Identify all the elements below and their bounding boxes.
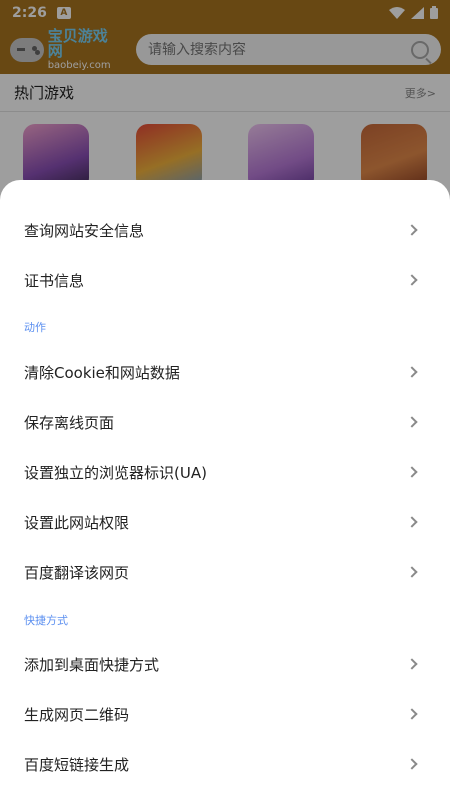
menu-item-save-offline[interactable]: 保存离线页面 [0, 397, 450, 447]
menu-item-label: 保存离线页面 [24, 413, 115, 432]
menu-item-qr-code[interactable]: 生成网页二维码 [0, 689, 450, 739]
chevron-right-icon [406, 566, 418, 578]
chevron-right-icon [406, 466, 418, 478]
menu-item-label: 生成网页二维码 [24, 705, 130, 724]
menu-item-label: 百度短链接生成 [24, 755, 130, 774]
menu-item-site-permissions[interactable]: 设置此网站权限 [0, 497, 450, 547]
chevron-right-icon [406, 516, 418, 528]
menu-item-label: 设置此网站权限 [24, 513, 130, 532]
site-options-sheet: 查询网站安全信息 证书信息 动作 清除Cookie和网站数据 保存离线页面 设置… [0, 180, 450, 800]
section-label-shortcuts: 快捷方式 [24, 614, 68, 627]
menu-item-label: 添加到桌面快捷方式 [24, 655, 160, 674]
menu-item-site-security[interactable]: 查询网站安全信息 [0, 205, 450, 255]
section-label-actions: 动作 [24, 321, 46, 334]
menu-item-clear-cookies[interactable]: 清除Cookie和网站数据 [0, 347, 450, 397]
menu-item-add-desktop-shortcut[interactable]: 添加到桌面快捷方式 [0, 639, 450, 689]
menu-item-label: 设置独立的浏览器标识(UA) [24, 463, 207, 482]
menu-item-translate[interactable]: 百度翻译该网页 [0, 547, 450, 597]
chevron-right-icon [406, 708, 418, 720]
chevron-right-icon [406, 658, 418, 670]
menu-item-short-link[interactable]: 百度短链接生成 [0, 739, 450, 789]
menu-item-label: 证书信息 [24, 271, 85, 290]
chevron-right-icon [406, 416, 418, 428]
menu-item-user-agent[interactable]: 设置独立的浏览器标识(UA) [0, 447, 450, 497]
chevron-right-icon [406, 758, 418, 770]
menu-item-certificate[interactable]: 证书信息 [0, 255, 450, 305]
chevron-right-icon [406, 224, 418, 236]
chevron-right-icon [406, 274, 418, 286]
chevron-right-icon [406, 366, 418, 378]
menu-item-label: 清除Cookie和网站数据 [24, 363, 180, 382]
menu-item-label: 百度翻译该网页 [24, 563, 130, 582]
menu-item-label: 查询网站安全信息 [24, 221, 145, 240]
